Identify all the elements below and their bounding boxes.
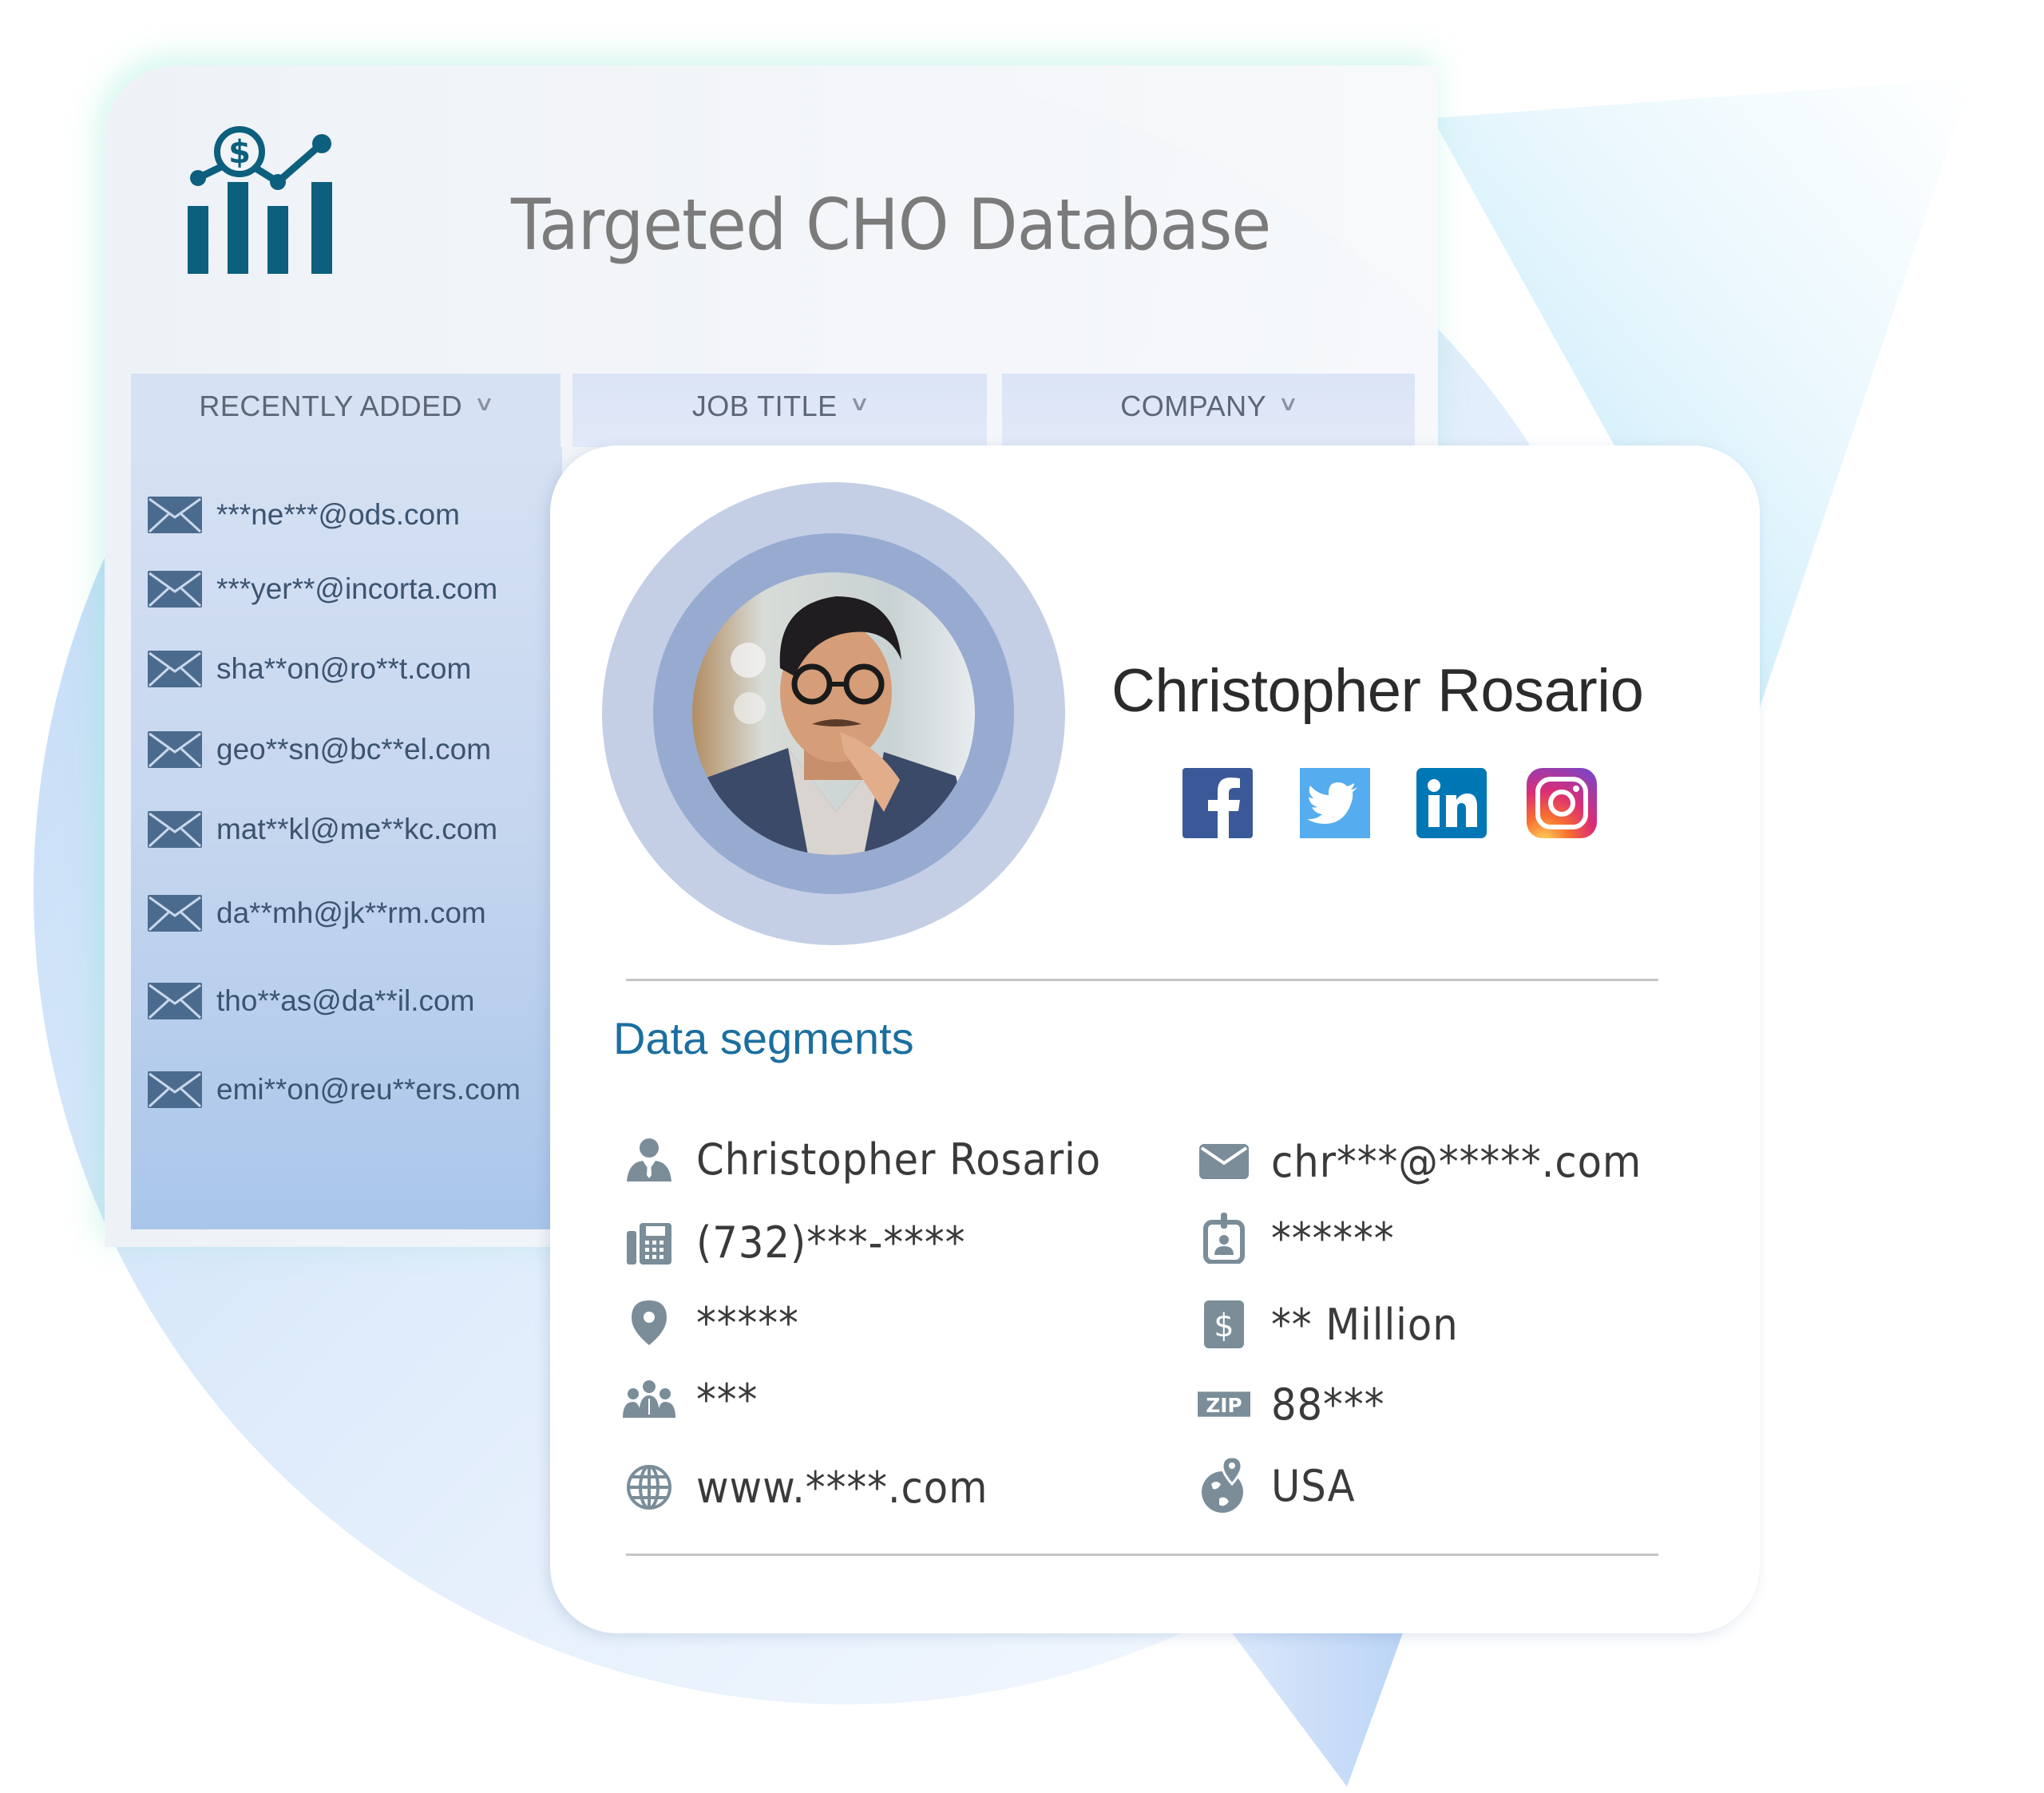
linkedin-icon[interactable] bbox=[1416, 768, 1487, 838]
data-segment-value: ****** bbox=[1271, 1213, 1395, 1264]
group-icon bbox=[623, 1373, 675, 1426]
email-address: ***yer**@incorta.com bbox=[216, 572, 498, 605]
email-address: da**mh@jk**rm.com bbox=[216, 896, 486, 929]
data-segment-value: (732)***-**** bbox=[696, 1217, 966, 1268]
envelope-icon bbox=[148, 651, 202, 687]
tab-recently-added[interactable]: RECENTLY ADDED ∨ bbox=[131, 374, 561, 447]
data-segment-item: USA bbox=[1198, 1455, 1363, 1513]
chevron-down-icon: ∨ bbox=[1278, 391, 1300, 415]
data-segment-value: chr***@*****.com bbox=[1271, 1136, 1642, 1187]
dollar-chart-icon: $ bbox=[188, 126, 332, 274]
data-segment-value: Christopher Rosario bbox=[696, 1134, 1102, 1185]
page-title: Targeted CHO Database bbox=[511, 184, 1271, 266]
tab-label: JOB TITLE bbox=[691, 390, 838, 422]
email-address: sha**on@ro**t.com bbox=[216, 652, 472, 685]
globe-location-icon bbox=[1198, 1455, 1250, 1513]
envelope-icon bbox=[148, 811, 202, 848]
data-segments-title: Data segments bbox=[613, 1013, 914, 1063]
tab-label: COMPANY bbox=[1120, 390, 1267, 422]
twitter-icon[interactable] bbox=[1300, 768, 1370, 838]
profile-photo bbox=[692, 572, 975, 855]
tab-label: RECENTLY ADDED bbox=[199, 390, 463, 422]
data-segment-value: USA bbox=[1271, 1460, 1356, 1511]
email-list-item[interactable]: ***ne***@ods.com bbox=[148, 491, 460, 539]
email-address: geo**sn@bc**el.com bbox=[216, 733, 492, 766]
data-segment-item: (732)***-**** bbox=[623, 1216, 989, 1269]
dollar-icon: $ bbox=[1198, 1298, 1250, 1351]
svg-text:$: $ bbox=[228, 134, 251, 171]
globe-icon bbox=[623, 1461, 675, 1514]
id-badge-icon bbox=[1198, 1212, 1250, 1265]
instagram-icon[interactable] bbox=[1527, 768, 1597, 838]
data-segment-value: 88*** bbox=[1271, 1379, 1385, 1430]
envelope-icon bbox=[148, 497, 202, 533]
divider bbox=[626, 1554, 1658, 1556]
phone-fax-icon bbox=[623, 1216, 675, 1269]
email-address: ***ne***@ods.com bbox=[216, 498, 460, 531]
avatar bbox=[692, 572, 975, 855]
chevron-down-icon: ∨ bbox=[848, 391, 871, 415]
svg-text:ZIP: ZIP bbox=[1206, 1394, 1242, 1417]
tab-company[interactable]: COMPANY ∨ bbox=[1002, 374, 1415, 447]
data-segment-value: *** bbox=[696, 1374, 759, 1425]
email-list-item[interactable]: tho**as@da**il.com bbox=[148, 977, 474, 1025]
email-list-item[interactable]: mat**kl@me**kc.com bbox=[148, 805, 497, 853]
data-segment-item: ZIP 88*** bbox=[1198, 1378, 1395, 1431]
email-list-item[interactable]: sha**on@ro**t.com bbox=[148, 645, 471, 693]
email-list-item[interactable]: ***yer**@incorta.com bbox=[148, 565, 497, 613]
data-segment-item: ***** bbox=[623, 1296, 808, 1349]
profile-name: Christopher Rosario bbox=[1111, 657, 1644, 725]
data-segment-item: $ ** Million bbox=[1198, 1298, 1475, 1351]
email-address: mat**kl@me**kc.com bbox=[216, 813, 498, 845]
envelope-icon bbox=[148, 571, 202, 608]
envelope-icon bbox=[148, 983, 202, 1019]
data-segment-value: ** Million bbox=[1271, 1299, 1459, 1350]
email-list-item[interactable]: geo**sn@bc**el.com bbox=[148, 726, 491, 774]
svg-text:$: $ bbox=[1214, 1308, 1234, 1344]
email-address: emi**on@reu**ers.com bbox=[216, 1073, 521, 1106]
person-icon bbox=[623, 1133, 675, 1185]
data-segment-item: *** bbox=[623, 1373, 763, 1426]
envelope-icon bbox=[1198, 1135, 1250, 1188]
data-segment-item: ****** bbox=[1198, 1212, 1405, 1265]
data-segment-item: chr***@*****.com bbox=[1198, 1135, 1674, 1188]
data-segment-value: ***** bbox=[696, 1297, 799, 1348]
chevron-down-icon: ∨ bbox=[473, 391, 496, 415]
envelope-icon bbox=[148, 1071, 202, 1108]
facebook-icon[interactable] bbox=[1182, 768, 1253, 838]
data-segment-value: www.****.com bbox=[696, 1462, 988, 1513]
divider bbox=[626, 979, 1658, 981]
zip-icon: ZIP bbox=[1198, 1378, 1250, 1431]
envelope-icon bbox=[148, 731, 202, 768]
tab-job-title[interactable]: JOB TITLE ∨ bbox=[572, 374, 987, 447]
data-segment-item: www.****.com bbox=[623, 1461, 1013, 1514]
email-address: tho**as@da**il.com bbox=[216, 984, 475, 1017]
location-pin-icon bbox=[623, 1296, 675, 1349]
background-triangle-bottom bbox=[1229, 1629, 1404, 1787]
email-list-item[interactable]: emi**on@reu**ers.com bbox=[148, 1066, 521, 1114]
data-segment-item: Christopher Rosario bbox=[623, 1133, 1136, 1185]
email-list-item[interactable]: da**mh@jk**rm.com bbox=[148, 889, 486, 937]
envelope-icon bbox=[148, 895, 202, 932]
